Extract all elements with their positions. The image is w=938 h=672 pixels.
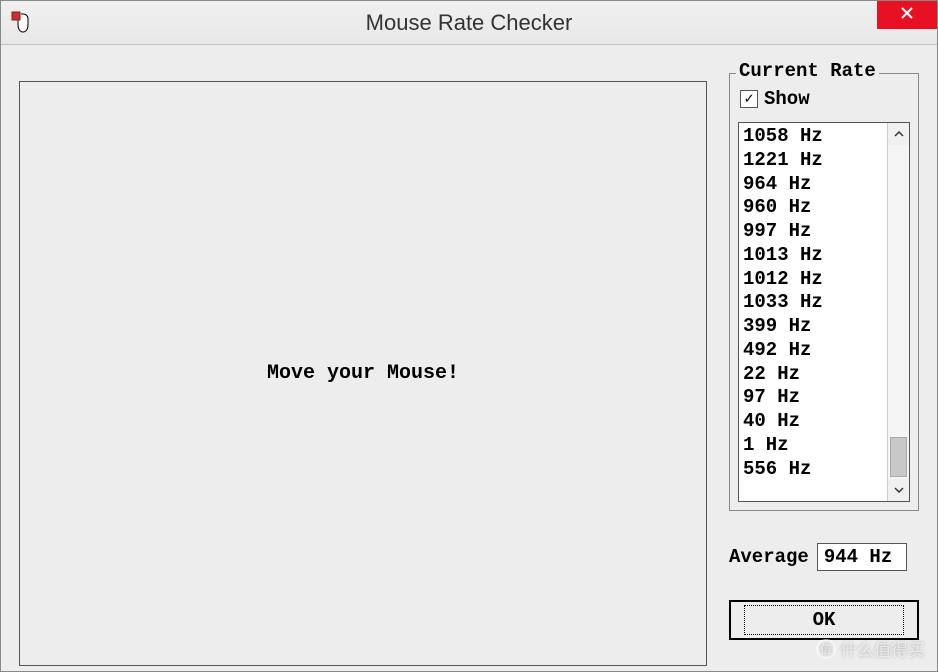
app-window: Mouse Rate Checker Move your Mouse! Curr… bbox=[0, 0, 938, 672]
rate-listbox[interactable]: 1058 Hz 1221 Hz 964 Hz 960 Hz 997 Hz 101… bbox=[738, 122, 910, 502]
list-item[interactable]: 40 Hz bbox=[743, 410, 883, 434]
scroll-down-button[interactable] bbox=[888, 479, 909, 501]
list-item[interactable]: 1012 Hz bbox=[743, 268, 883, 292]
list-item[interactable]: 492 Hz bbox=[743, 339, 883, 363]
current-rate-title: Current Rate bbox=[736, 60, 879, 82]
scroll-track[interactable] bbox=[888, 145, 909, 479]
chevron-up-icon bbox=[894, 127, 904, 141]
average-row: Average 944 Hz bbox=[729, 543, 919, 571]
list-item[interactable]: 556 Hz bbox=[743, 458, 883, 482]
mouse-area[interactable]: Move your Mouse! bbox=[19, 81, 707, 666]
app-icon bbox=[9, 9, 37, 37]
list-item[interactable]: 1013 Hz bbox=[743, 244, 883, 268]
list-item[interactable]: 964 Hz bbox=[743, 173, 883, 197]
chevron-down-icon bbox=[894, 483, 904, 497]
current-rate-group: Current Rate ✓ Show 1058 Hz 1221 Hz 964 … bbox=[729, 73, 919, 511]
average-value: 944 Hz bbox=[817, 543, 907, 571]
rate-list-items: 1058 Hz 1221 Hz 964 Hz 960 Hz 997 Hz 101… bbox=[739, 123, 887, 501]
close-button[interactable] bbox=[877, 1, 937, 29]
show-checkbox-row: ✓ Show bbox=[740, 88, 810, 110]
window-title: Mouse Rate Checker bbox=[366, 10, 573, 36]
listbox-scrollbar[interactable] bbox=[887, 123, 909, 501]
list-item[interactable]: 22 Hz bbox=[743, 363, 883, 387]
list-item[interactable]: 960 Hz bbox=[743, 196, 883, 220]
close-icon bbox=[900, 6, 914, 25]
client-area: Move your Mouse! Current Rate ✓ Show 105… bbox=[1, 45, 937, 671]
average-label: Average bbox=[729, 546, 809, 568]
list-item[interactable]: 97 Hz bbox=[743, 386, 883, 410]
scroll-thumb[interactable] bbox=[890, 437, 907, 477]
list-item[interactable]: 997 Hz bbox=[743, 220, 883, 244]
ok-button-label: OK bbox=[744, 605, 905, 635]
scroll-up-button[interactable] bbox=[888, 123, 909, 145]
ok-button[interactable]: OK bbox=[729, 600, 919, 640]
show-checkbox[interactable]: ✓ bbox=[740, 90, 758, 108]
list-item[interactable]: 1033 Hz bbox=[743, 291, 883, 315]
list-item[interactable]: 1 Hz bbox=[743, 434, 883, 458]
titlebar[interactable]: Mouse Rate Checker bbox=[1, 1, 937, 45]
list-item[interactable]: 1058 Hz bbox=[743, 125, 883, 149]
list-item[interactable]: 1221 Hz bbox=[743, 149, 883, 173]
instruction-text: Move your Mouse! bbox=[267, 362, 459, 385]
show-label: Show bbox=[764, 88, 810, 110]
list-item[interactable]: 399 Hz bbox=[743, 315, 883, 339]
